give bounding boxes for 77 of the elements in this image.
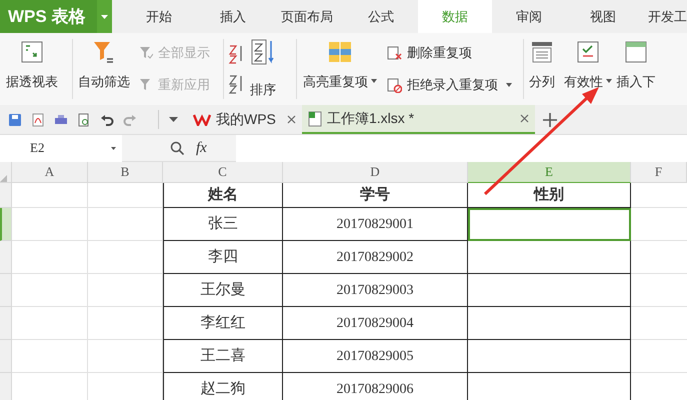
table-cell: 20170829004 <box>283 307 468 340</box>
block-list-icon <box>387 78 402 92</box>
function-label[interactable]: fx <box>196 136 226 160</box>
row-header[interactable] <box>0 208 12 241</box>
spreadsheet-icon <box>308 110 322 126</box>
ribbon-button[interactable]: 插入下 <box>616 33 656 97</box>
menu-tab[interactable]: 数据 <box>418 0 492 33</box>
select-all-corner[interactable] <box>0 162 12 183</box>
table-cell: 20170829005 <box>283 340 468 373</box>
checklist-icon <box>577 41 599 63</box>
table-cell: 20170829001 <box>283 208 468 241</box>
close-icon[interactable] <box>287 115 296 124</box>
sort-button[interactable]: 排序 <box>250 33 276 105</box>
dropdown-icon[interactable] <box>168 117 178 122</box>
ribbon-button[interactable]: 拒绝录入重复项 <box>387 73 523 97</box>
menu-tab[interactable]: 视图 <box>566 0 640 33</box>
add-icon[interactable] <box>543 112 557 126</box>
ribbon-button[interactable]: 自动筛选 <box>73 33 135 97</box>
tab-label: 我的WPS <box>216 110 277 129</box>
column-heading: 学号 <box>283 183 468 208</box>
undo-icon[interactable] <box>100 112 114 126</box>
menu-tab[interactable]: 开发工 <box>640 0 687 33</box>
ribbon-button[interactable]: 高亮重复项 <box>297 33 383 97</box>
menu-tab[interactable]: 插入 <box>196 0 270 33</box>
table-icon <box>21 41 43 63</box>
document-tab[interactable]: 我的WPS <box>187 105 302 134</box>
column-header[interactable]: F <box>631 162 687 183</box>
caret-icon <box>371 79 377 84</box>
document-tab[interactable]: 工作簿1.xlsx * <box>302 105 535 134</box>
name-box[interactable]: E2 <box>0 134 122 162</box>
ribbon-button[interactable]: 分列 <box>524 33 560 97</box>
caret-icon <box>506 83 512 87</box>
columns-icon <box>531 41 553 63</box>
tab-label: 工作簿1.xlsx * <box>327 109 416 128</box>
triangle-icon <box>0 175 7 182</box>
table-cell: 李四 <box>163 241 283 274</box>
table-cell: 20170829002 <box>283 241 468 274</box>
column-header[interactable]: D <box>283 162 468 183</box>
column-heading: 姓名 <box>163 183 283 208</box>
column-heading: 性别 <box>468 183 631 208</box>
pdf-icon[interactable] <box>31 112 45 126</box>
printer-icon[interactable] <box>54 112 68 126</box>
column-header[interactable]: A <box>12 162 88 183</box>
table-icon <box>625 41 647 63</box>
save-icon[interactable] <box>8 112 22 126</box>
table-cell: 李红红 <box>163 307 283 340</box>
table-cell: 张三 <box>163 208 283 241</box>
menu-tab[interactable]: 公式 <box>344 0 418 33</box>
print-preview-icon[interactable] <box>77 112 91 126</box>
column-header[interactable]: B <box>88 162 163 183</box>
wps-logo-icon <box>193 114 211 126</box>
sort-icon <box>251 39 275 65</box>
table-cell: 20170829003 <box>283 274 468 307</box>
ribbon-button[interactable]: 删除重复项 <box>387 41 523 65</box>
caret-icon <box>111 146 116 150</box>
funnel-icon <box>93 41 115 65</box>
caret-icon <box>101 14 108 18</box>
delete-list-icon <box>387 46 402 60</box>
grid-icon <box>328 41 352 63</box>
ribbon-button[interactable]: 据透视表 <box>0 33 72 97</box>
app-menu-button[interactable] <box>97 0 112 33</box>
menu-tab[interactable]: 开始 <box>122 0 196 33</box>
column-header[interactable]: C <box>163 162 283 183</box>
funnel-icon <box>139 46 153 60</box>
close-icon[interactable] <box>520 114 529 123</box>
table-cell: 20170829006 <box>283 373 468 400</box>
table-cell: 王二喜 <box>163 340 283 373</box>
formula-input[interactable] <box>236 134 687 162</box>
menu-tab[interactable]: 页面布局 <box>270 0 344 33</box>
caret-icon <box>606 79 612 84</box>
funnel-icon <box>139 78 153 92</box>
redo-icon[interactable] <box>123 112 137 126</box>
table-cell: 赵二狗 <box>163 373 283 400</box>
ribbon-button[interactable]: 有效性 <box>560 33 616 97</box>
table-cell: 王尔曼 <box>163 274 283 307</box>
menu-tab[interactable]: 审阅 <box>492 0 566 33</box>
zoom-icon[interactable] <box>170 141 184 155</box>
